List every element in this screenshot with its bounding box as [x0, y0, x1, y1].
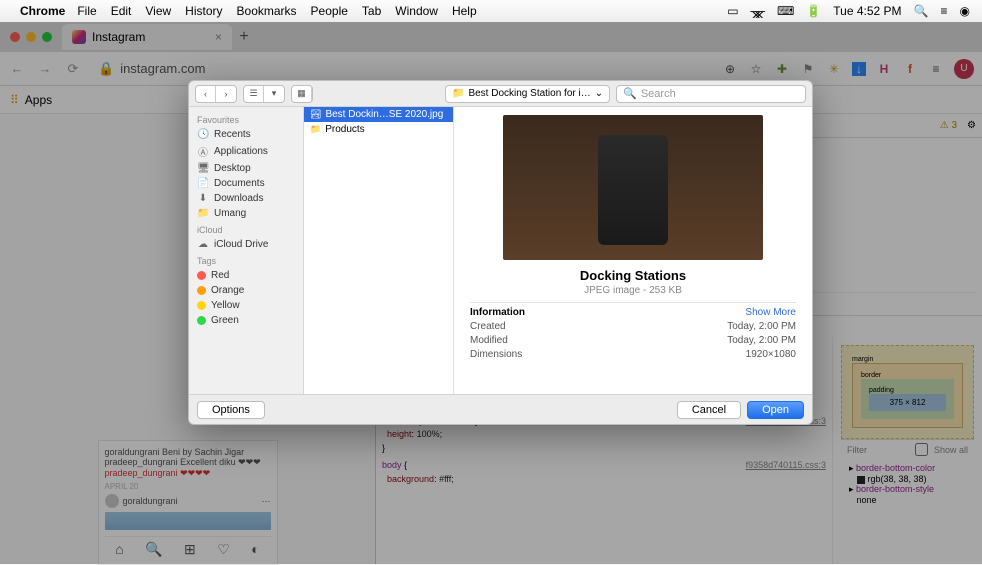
menu-extras-icon[interactable]: ≡: [941, 4, 948, 18]
preview-pane: Docking Stations JPEG image - 253 KB Inf…: [454, 107, 812, 394]
search-input[interactable]: 🔍 Search: [616, 85, 806, 103]
sidebar-tag-red[interactable]: Red: [189, 268, 303, 283]
clock-icon: 🕓: [197, 129, 209, 140]
documents-icon: 📄: [197, 178, 209, 189]
preview-image: [503, 115, 763, 260]
path-label: Best Docking Station for i…: [468, 88, 590, 99]
preview-title: Docking Stations: [470, 268, 796, 283]
sidebar-tag-orange[interactable]: Orange: [189, 283, 303, 298]
desktop-icon: 🖥: [197, 163, 209, 174]
control-center-icon[interactable]: ▭: [727, 4, 738, 18]
open-button[interactable]: Open: [747, 401, 804, 419]
clock[interactable]: Tue 4:52 PM: [833, 4, 901, 18]
image-icon: 🏞: [310, 109, 321, 120]
file-name: Products: [325, 124, 364, 135]
sidebar-tag-green[interactable]: Green: [189, 313, 303, 328]
menu-people[interactable]: People: [311, 4, 348, 18]
sidebar-header-tags: Tags: [189, 252, 303, 268]
sidebar-label: Applications: [214, 146, 268, 157]
file-name: Best Dockin…SE 2020.jpg: [325, 109, 443, 120]
sidebar-tag-yellow[interactable]: Yellow: [189, 298, 303, 313]
downloads-icon: ⬇: [197, 193, 209, 204]
info-value: Today, 2:00 PM: [727, 321, 796, 332]
path-dropdown[interactable]: 📁 Best Docking Station for i… ⌄: [445, 85, 610, 103]
chevron-updown-icon: ⌄: [595, 88, 603, 99]
sidebar-label: iCloud Drive: [214, 239, 268, 250]
dialog-footer: Options Cancel Open: [189, 394, 812, 424]
preview-meta: JPEG image - 253 KB: [470, 285, 796, 296]
menu-history[interactable]: History: [185, 4, 222, 18]
cloud-icon: ☁: [197, 239, 209, 250]
back-icon[interactable]: ‹: [196, 86, 216, 102]
file-list: 🏞 Best Dockin…SE 2020.jpg 📁 Products: [304, 107, 454, 394]
file-row[interactable]: 🏞 Best Dockin…SE 2020.jpg: [304, 107, 453, 122]
sidebar-label: Green: [211, 315, 239, 326]
siri-icon[interactable]: ◉: [960, 4, 970, 18]
search-placeholder: Search: [641, 88, 676, 100]
menu-help[interactable]: Help: [452, 4, 477, 18]
apps-icon: Ⓐ: [197, 144, 209, 159]
file-open-dialog: ‹ › ☰▾ ▦ 📁 Best Docking Station for i… ⌄…: [188, 80, 813, 425]
sidebar-label: Downloads: [214, 193, 263, 204]
sidebar-item-recents[interactable]: 🕓 Recents: [189, 127, 303, 142]
tag-color-icon: [197, 301, 206, 310]
tag-color-icon: [197, 271, 206, 280]
sidebar-item-downloads[interactable]: ⬇ Downloads: [189, 191, 303, 206]
menu-file[interactable]: File: [77, 4, 96, 18]
group-button[interactable]: ▦: [291, 85, 313, 103]
file-row[interactable]: 📁 Products: [304, 122, 453, 137]
menu-edit[interactable]: Edit: [111, 4, 132, 18]
macos-menubar: Chrome File Edit View History Bookmarks …: [0, 0, 982, 22]
forward-icon[interactable]: ›: [216, 86, 236, 102]
keyboard-icon[interactable]: ⌨: [777, 4, 794, 18]
nav-back-forward: ‹ ›: [195, 85, 237, 103]
sidebar-item-home[interactable]: 📁 Umang: [189, 206, 303, 221]
info-value: Today, 2:00 PM: [727, 335, 796, 346]
bluetooth-icon[interactable]: ᚘ: [751, 4, 765, 18]
sidebar-label: Red: [211, 270, 229, 281]
battery-icon[interactable]: 🔋: [806, 4, 821, 18]
sidebar-item-icloud[interactable]: ☁ iCloud Drive: [189, 237, 303, 252]
info-value: 1920×1080: [746, 349, 796, 360]
menu-tab[interactable]: Tab: [362, 4, 381, 18]
sidebar-header-favourites: Favourites: [189, 111, 303, 127]
show-more-link[interactable]: Show More: [745, 307, 796, 318]
sidebar-label: Orange: [211, 285, 244, 296]
sidebar: Favourites 🕓 Recents Ⓐ Applications 🖥 Deskt…: [189, 107, 304, 394]
cancel-button[interactable]: Cancel: [677, 401, 741, 419]
options-button[interactable]: Options: [197, 401, 265, 419]
search-icon: 🔍: [623, 87, 637, 100]
spotlight-icon[interactable]: 🔍: [914, 4, 929, 18]
app-name[interactable]: Chrome: [20, 4, 65, 18]
sidebar-label: Umang: [214, 208, 246, 219]
folder-icon: 📁: [197, 208, 209, 219]
info-key: Modified: [470, 335, 508, 346]
folder-icon: 📁: [310, 124, 321, 135]
info-key: Created: [470, 321, 506, 332]
sidebar-label: Yellow: [211, 300, 240, 311]
view-mode-button[interactable]: ☰▾: [243, 85, 285, 103]
folder-icon: 📁: [452, 88, 464, 99]
sidebar-header-icloud: iCloud: [189, 221, 303, 237]
menu-bookmarks[interactable]: Bookmarks: [237, 4, 297, 18]
sidebar-label: Desktop: [214, 163, 251, 174]
tag-color-icon: [197, 286, 206, 295]
menu-window[interactable]: Window: [395, 4, 438, 18]
info-key: Dimensions: [470, 349, 522, 360]
sidebar-item-documents[interactable]: 📄 Documents: [189, 176, 303, 191]
sidebar-item-desktop[interactable]: 🖥 Desktop: [189, 161, 303, 176]
sidebar-item-applications[interactable]: Ⓐ Applications: [189, 142, 303, 161]
sidebar-label: Recents: [214, 129, 251, 140]
tag-color-icon: [197, 316, 206, 325]
dialog-toolbar: ‹ › ☰▾ ▦ 📁 Best Docking Station for i… ⌄…: [189, 81, 812, 107]
menu-view[interactable]: View: [145, 4, 171, 18]
info-header: Information: [470, 307, 525, 318]
sidebar-label: Documents: [214, 178, 265, 189]
